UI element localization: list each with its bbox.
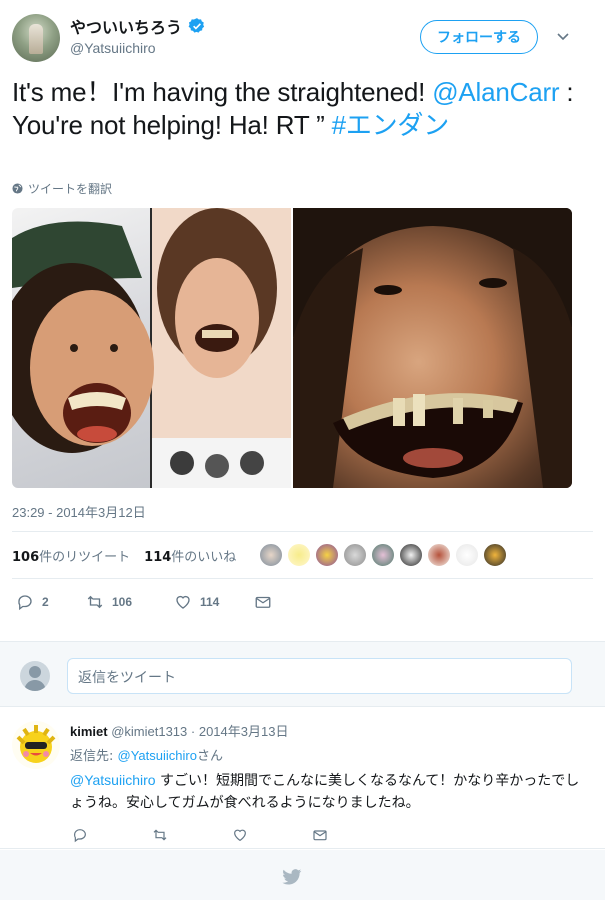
likers-list <box>259 543 507 567</box>
globe-icon <box>12 183 23 194</box>
photo-left-illustration <box>12 208 291 488</box>
follow-button[interactable]: フォローする <box>420 20 538 54</box>
liker-avatar[interactable] <box>371 543 395 567</box>
reply-action[interactable]: 2 <box>16 593 86 611</box>
reply-date[interactable]: 2014年3月13日 <box>199 724 289 739</box>
reply-to-prefix: 返信先: <box>70 749 118 764</box>
reply-header: kimiet @kimiet1313 · 2014年3月13日 <box>70 721 288 740</box>
reply-actions <box>72 827 328 843</box>
photo-right[interactable] <box>293 208 572 488</box>
retweet-count: 106 <box>112 595 133 609</box>
user-avatar[interactable] <box>12 14 60 62</box>
envelope-icon[interactable] <box>312 827 328 843</box>
reply-input[interactable]: 返信をツイート <box>67 658 572 694</box>
heart-icon[interactable] <box>232 827 248 843</box>
liker-avatar[interactable] <box>399 543 423 567</box>
mention-link[interactable]: @AlanCarr <box>432 77 559 107</box>
retweet-icon[interactable] <box>152 827 168 843</box>
retweet-stat-label: 件のリツイート <box>39 550 131 565</box>
footer <box>0 850 605 900</box>
tweet-stats: 106件のリツイート 114件のいいね <box>12 546 236 565</box>
default-avatar-icon <box>24 666 46 691</box>
liker-avatar[interactable] <box>287 543 311 567</box>
reply-compose-bar: 返信をツイート <box>0 641 605 707</box>
retweet-icon <box>87 595 103 609</box>
reply-avatar-illustration <box>16 725 56 763</box>
reply-icon <box>18 595 32 611</box>
liker-avatar[interactable] <box>259 543 283 567</box>
direct-message-action[interactable] <box>254 593 272 611</box>
chevron-down-icon[interactable] <box>555 28 571 44</box>
like-action[interactable]: 114 <box>174 593 254 611</box>
retweet-action[interactable]: 106 <box>86 593 174 611</box>
like-stat-count: 114 <box>144 550 172 565</box>
liker-avatar[interactable] <box>315 543 339 567</box>
reply-icon[interactable] <box>72 827 88 843</box>
reply-to: 返信先: @Yatsuiichiroさん <box>70 745 223 764</box>
reply-tweet: kimiet @kimiet1313 · 2014年3月13日 返信先: @Ya… <box>0 707 605 849</box>
current-user-avatar[interactable] <box>20 661 50 691</box>
divider <box>12 578 593 579</box>
reply-body-mention[interactable]: @Yatsuiichiro <box>70 772 156 788</box>
tweet: やついいちろう @Yatsuiichiro フォローする It's me！I'm… <box>0 0 605 641</box>
reply-count: 2 <box>42 595 49 609</box>
liker-avatar[interactable] <box>455 543 479 567</box>
retweet-stat[interactable]: 106件のリツイート <box>12 546 130 565</box>
reply-to-suffix: さん <box>196 749 223 764</box>
divider <box>12 531 593 532</box>
display-name[interactable]: やついいちろう <box>70 14 182 38</box>
twitter-bird-icon[interactable] <box>282 869 302 885</box>
reply-separator: · <box>187 724 199 739</box>
liker-avatar[interactable] <box>343 543 367 567</box>
user-name-row: やついいちろう <box>70 14 206 38</box>
reply-user-avatar[interactable] <box>12 721 60 769</box>
user-handle[interactable]: @Yatsuiichiro <box>70 40 156 56</box>
hashtag-link[interactable]: #エンダン <box>332 110 450 140</box>
tweet-text: It's me！I'm having the straightened! @Al… <box>12 76 592 142</box>
envelope-icon <box>255 596 271 608</box>
photo-left[interactable] <box>12 208 291 488</box>
liker-avatar[interactable] <box>427 543 451 567</box>
tweet-media[interactable] <box>12 208 572 488</box>
liker-avatar[interactable] <box>483 543 507 567</box>
reply-to-handle[interactable]: @Yatsuiichiro <box>118 748 197 763</box>
translate-link[interactable]: ツイートを翻訳 <box>12 180 112 197</box>
retweet-stat-count: 106 <box>12 550 40 565</box>
photo-right-illustration <box>293 208 572 488</box>
like-stat[interactable]: 114件のいいね <box>144 546 236 565</box>
like-stat-label: 件のいいね <box>171 550 237 565</box>
like-count: 114 <box>200 595 220 609</box>
translate-label: ツイートを翻訳 <box>28 182 113 196</box>
heart-icon <box>176 595 190 609</box>
reply-body: @Yatsuiichiro すごい！短期間でこんなに美しくなるなんて！かなり辛か… <box>70 769 590 814</box>
tweet-text-prefix: It's me！I'm having the straightened! <box>12 77 433 107</box>
verified-badge-icon <box>188 18 205 33</box>
tweet-timestamp[interactable]: 23:29 - 2014年3月12日 <box>12 502 146 521</box>
tweet-actions: 2 106 114 <box>16 593 272 611</box>
reply-handle[interactable]: @kimiet1313 <box>111 724 187 739</box>
reply-display-name[interactable]: kimiet <box>70 724 108 739</box>
